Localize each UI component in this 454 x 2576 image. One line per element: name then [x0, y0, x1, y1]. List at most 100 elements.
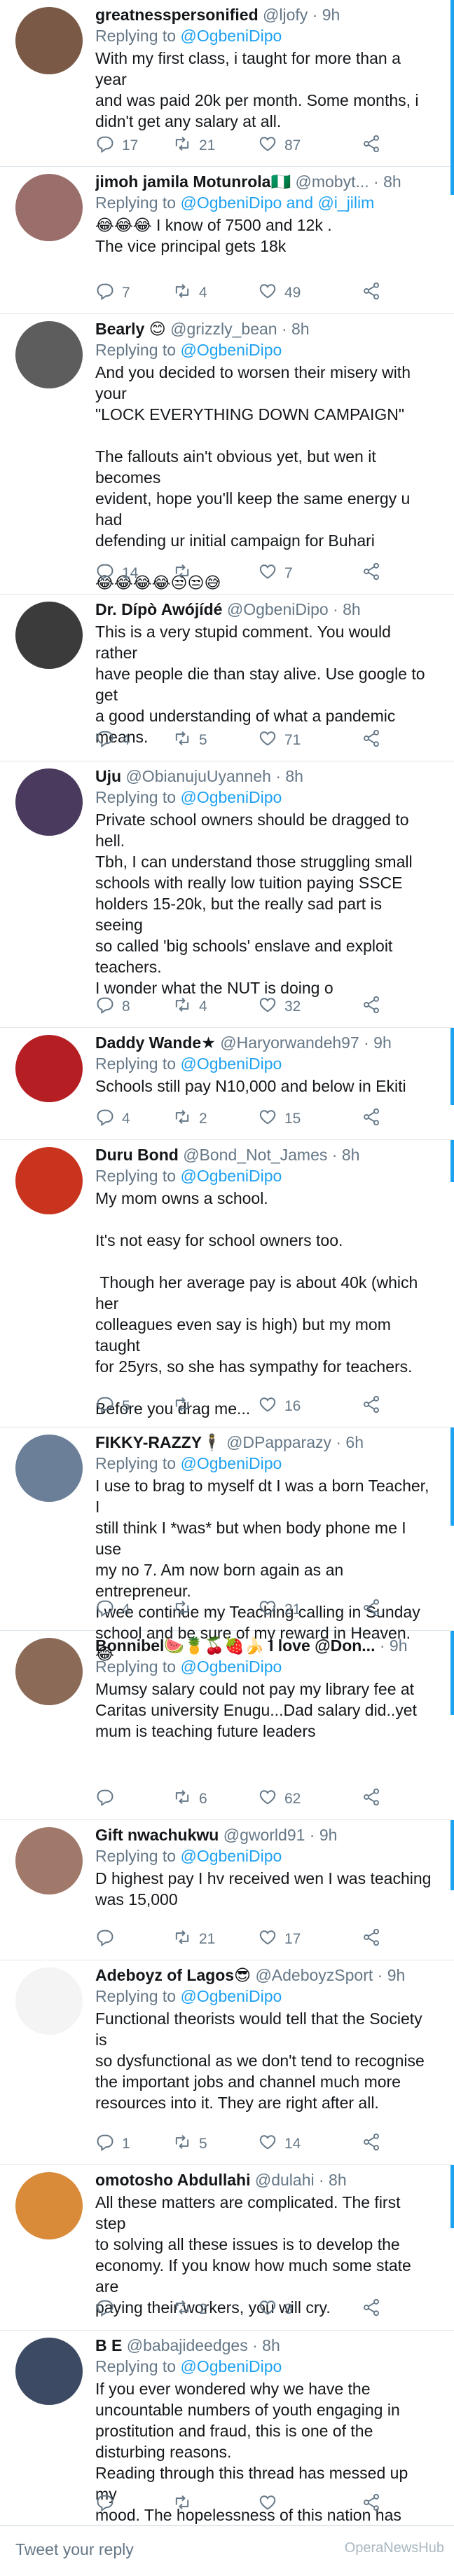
- share-button[interactable]: [362, 1788, 381, 1810]
- display-name[interactable]: greatnesspersonified: [95, 6, 259, 24]
- reply-button[interactable]: 8: [95, 996, 130, 1017]
- handle-and-time[interactable]: @Haryorwandeh97 · 9h: [220, 1033, 392, 1052]
- handle-and-time[interactable]: @Bond_Not_James · 8h: [183, 1146, 359, 1164]
- handle-and-time[interactable]: @ljofy · 9h: [263, 6, 340, 24]
- share-button[interactable]: [362, 996, 381, 1017]
- display-name[interactable]: Adeboyz of Lagos😎: [95, 1966, 251, 1984]
- tweet[interactable]: FIKKY-RAZZY🕴 @DPapparazy · 6h Replying to…: [0, 1428, 454, 1663]
- tweet[interactable]: Duru Bond @Bond_Not_James · 8h Replying t…: [0, 1140, 454, 1428]
- share-button[interactable]: [362, 282, 381, 304]
- handle-and-time[interactable]: · 9h: [380, 1636, 408, 1655]
- reply-mention-link[interactable]: @OgbeniDipo: [180, 1847, 282, 1865]
- reply-button[interactable]: [95, 1789, 122, 1810]
- retweet-button[interactable]: 21: [172, 1929, 215, 1950]
- avatar[interactable]: [15, 321, 83, 388]
- like-button[interactable]: 15: [258, 1109, 301, 1130]
- compose-bar[interactable]: Tweet your reply OperaNewsHub: [0, 2526, 454, 2576]
- reply-mention-link[interactable]: @OgbeniDipo: [180, 1055, 282, 1073]
- display-name[interactable]: Uju: [95, 767, 121, 785]
- handle-and-time[interactable]: @gworld91 · 9h: [223, 1826, 338, 1844]
- retweet-button[interactable]: [172, 563, 199, 584]
- like-button[interactable]: 16: [258, 1396, 301, 1417]
- share-button[interactable]: [362, 2493, 381, 2515]
- reply-button[interactable]: [95, 2494, 122, 2515]
- retweet-button[interactable]: 4: [172, 283, 207, 304]
- reply-input[interactable]: Tweet your reply: [15, 2540, 134, 2559]
- reply-button[interactable]: 14: [95, 563, 138, 584]
- share-button[interactable]: [362, 135, 381, 156]
- like-button[interactable]: [258, 2494, 284, 2515]
- handle-and-time[interactable]: @mobyt... · 8h: [296, 172, 401, 191]
- reply-button[interactable]: 1: [95, 2134, 130, 2155]
- handle-and-time[interactable]: @grizzly_bean · 8h: [170, 320, 310, 338]
- tweet[interactable]: omotosho Abdullahi @dulahi · 8h All these…: [0, 2165, 454, 2331]
- reply-mention-link[interactable]: @OgbeniDipo: [180, 2357, 282, 2375]
- like-button[interactable]: 3: [258, 2299, 293, 2320]
- display-name[interactable]: Duru Bond: [95, 1146, 179, 1164]
- handle-and-time[interactable]: @AdeboyzSport · 9h: [255, 1966, 405, 1984]
- share-button[interactable]: [362, 729, 381, 751]
- retweet-button[interactable]: 5: [172, 730, 207, 751]
- tweet[interactable]: Gift nwachukwu @gworld91 · 9h Replying to…: [0, 1820, 454, 1960]
- share-button[interactable]: [362, 1599, 381, 1620]
- reply-mention-link[interactable]: @OgbeniDipo: [180, 1658, 282, 1676]
- avatar[interactable]: [15, 1435, 83, 1502]
- avatar[interactable]: [15, 602, 83, 669]
- like-button[interactable]: 14: [258, 2134, 301, 2155]
- share-button[interactable]: [362, 562, 381, 584]
- handle-and-time[interactable]: @OgbeniDipo · 8h: [227, 600, 361, 618]
- share-button[interactable]: [362, 1395, 381, 1417]
- retweet-button[interactable]: 2: [172, 1109, 207, 1130]
- like-button[interactable]: 17: [258, 1929, 301, 1950]
- avatar[interactable]: [15, 1035, 83, 1102]
- avatar[interactable]: [15, 768, 83, 836]
- handle-and-time[interactable]: @DPapparazy · 6h: [226, 1433, 364, 1451]
- handle-and-time[interactable]: @ObianujuUyanneh · 8h: [125, 767, 303, 785]
- tweet[interactable]: jimoh jamila Motunrola🇳🇬 @mobyt... · 8h R…: [0, 167, 454, 314]
- like-button[interactable]: 21: [258, 1599, 301, 1620]
- tweet[interactable]: Bonnibel🍉🍍🍒🍓🍌 I love @Don... · 9h Replyin…: [0, 1631, 454, 1820]
- retweet-button[interactable]: [172, 1599, 199, 1620]
- handle-and-time[interactable]: @dulahi · 8h: [255, 2171, 347, 2189]
- retweet-button[interactable]: [172, 2494, 199, 2515]
- like-button[interactable]: 49: [258, 283, 301, 304]
- reply-mention-link[interactable]: @OgbeniDipo: [180, 27, 282, 45]
- tweet[interactable]: Bearly 😊 @grizzly_bean · 8h Replying to @…: [0, 314, 454, 595]
- reply-button[interactable]: 4: [95, 1109, 130, 1130]
- reply-mention-link[interactable]: @OgbeniDipo: [180, 341, 282, 359]
- display-name[interactable]: Bearly 😊: [95, 320, 166, 338]
- tweet[interactable]: greatnesspersonified @ljofy · 9h Replying…: [0, 0, 454, 167]
- reply-button[interactable]: 4: [95, 1599, 130, 1620]
- like-button[interactable]: 32: [258, 996, 301, 1017]
- display-name[interactable]: Dr. Dípò Awójídé: [95, 600, 222, 618]
- display-name[interactable]: jimoh jamila Motunrola🇳🇬: [95, 172, 291, 191]
- reply-button[interactable]: 4: [95, 730, 130, 751]
- share-button[interactable]: [362, 1928, 381, 1950]
- like-button[interactable]: 62: [258, 1789, 301, 1810]
- share-button[interactable]: [362, 2298, 381, 2320]
- avatar[interactable]: [15, 1967, 83, 2035]
- reply-button[interactable]: 7: [95, 283, 130, 304]
- display-name[interactable]: Gift nwachukwu: [95, 1826, 219, 1844]
- reply-button[interactable]: 17: [95, 135, 138, 156]
- reply-mention-link[interactable]: @OgbeniDipo and @i_jilim: [180, 194, 374, 212]
- retweet-button[interactable]: 5: [172, 2134, 207, 2155]
- display-name[interactable]: FIKKY-RAZZY🕴: [95, 1433, 222, 1451]
- reply-button[interactable]: 5: [95, 1396, 130, 1417]
- tweet[interactable]: B E @babajideedges · 8h Replying to @Ogbe…: [0, 2331, 454, 2526]
- retweet-button[interactable]: 21: [172, 135, 215, 156]
- like-button[interactable]: 7: [258, 563, 293, 584]
- avatar[interactable]: [15, 2172, 83, 2239]
- display-name[interactable]: B E: [95, 2336, 122, 2354]
- avatar[interactable]: [15, 7, 83, 74]
- tweet[interactable]: Dr. Dípò Awójídé @OgbeniDipo · 8h This is…: [0, 595, 454, 761]
- avatar[interactable]: [15, 2338, 83, 2405]
- reply-button[interactable]: [95, 1929, 122, 1950]
- reply-mention-link[interactable]: @OgbeniDipo: [180, 1454, 282, 1472]
- reply-mention-link[interactable]: @OgbeniDipo: [180, 1167, 282, 1185]
- reply-mention-link[interactable]: @OgbeniDipo: [180, 1987, 282, 2005]
- display-name[interactable]: Daddy Wande★: [95, 1033, 216, 1052]
- avatar[interactable]: [15, 1147, 83, 1214]
- avatar[interactable]: [15, 1638, 83, 1705]
- retweet-button[interactable]: 6: [172, 1789, 207, 1810]
